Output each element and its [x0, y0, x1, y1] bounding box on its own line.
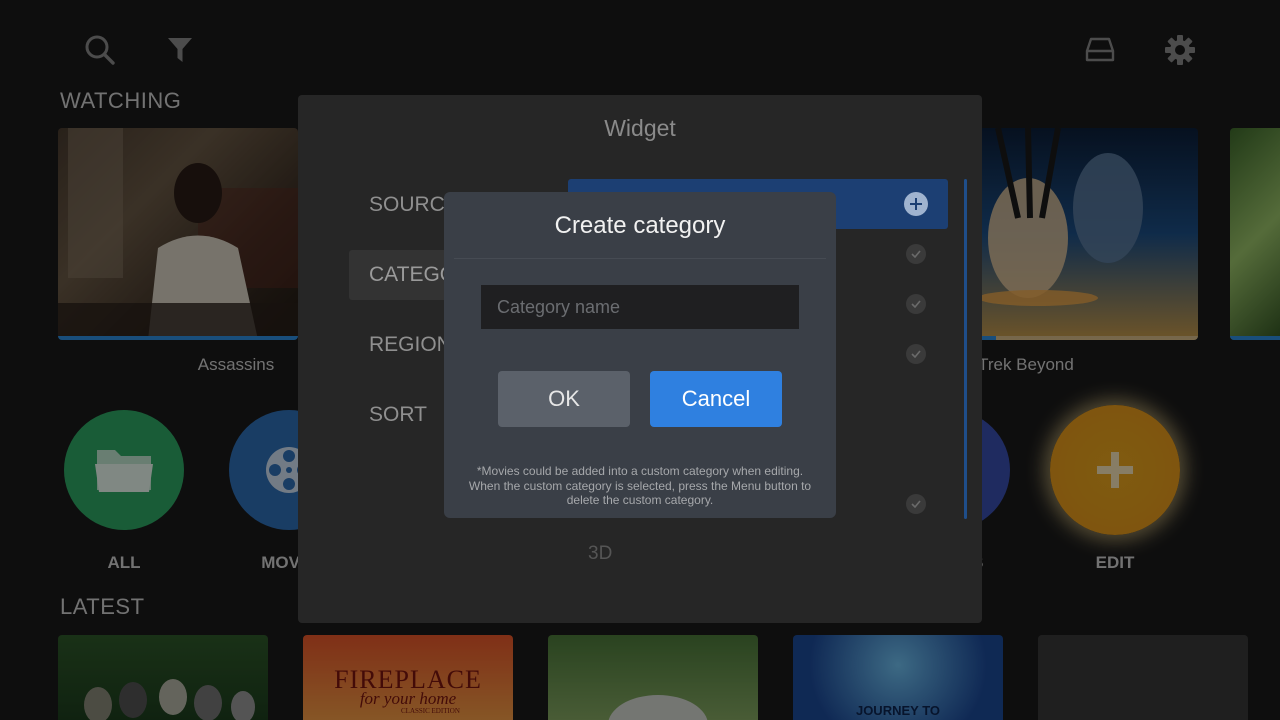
dialog-title: Create category	[554, 212, 726, 239]
dialog-divider	[454, 258, 826, 259]
add-category-icon[interactable]	[904, 192, 928, 216]
check-icon[interactable]	[906, 494, 926, 514]
widget-scrollbar[interactable]	[964, 179, 967, 519]
widget-category-row-3d[interactable]: 3D	[588, 543, 612, 565]
category-name-input[interactable]	[481, 285, 799, 329]
check-icon[interactable]	[906, 294, 926, 314]
cancel-button[interactable]: Cancel	[650, 371, 782, 427]
check-icon[interactable]	[906, 344, 926, 364]
ok-button[interactable]: OK	[498, 371, 630, 427]
widget-title: Widget	[604, 115, 676, 141]
dialog-help-note: *Movies could be added into a custom cat…	[468, 464, 812, 507]
check-icon[interactable]	[906, 244, 926, 264]
create-category-dialog: Create category OK Cancel *Movies could …	[444, 192, 836, 518]
